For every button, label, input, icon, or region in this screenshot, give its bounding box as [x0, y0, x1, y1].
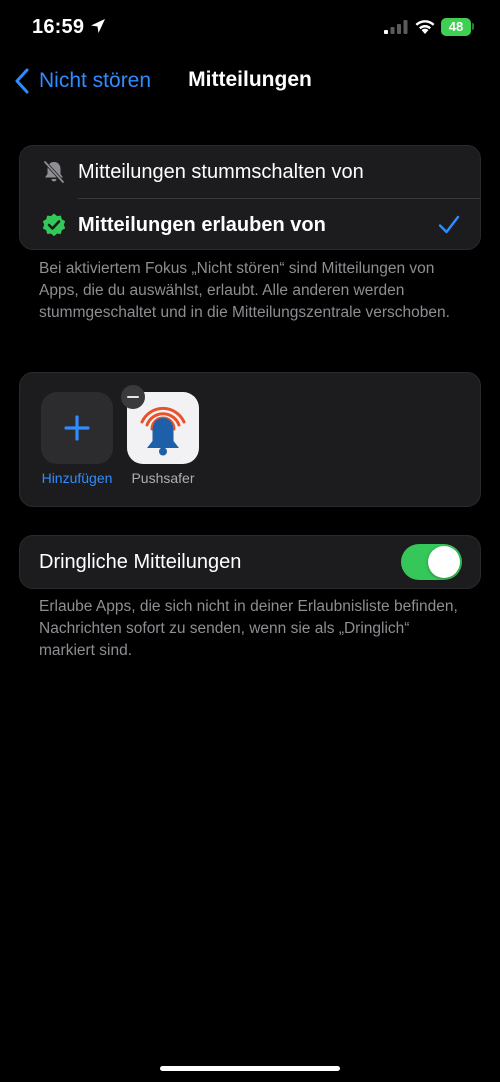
plus-icon — [64, 415, 90, 441]
bell-slash-icon — [43, 160, 65, 184]
add-app-button[interactable] — [41, 392, 113, 464]
toggle-knob — [428, 546, 460, 578]
allowed-apps-card: Hinzufügen Pushsafer — [19, 372, 481, 507]
mode-options-card: Mitteilungen stummschalten von Mitteilun… — [19, 145, 481, 250]
home-indicator[interactable] — [160, 1066, 340, 1071]
page-title: Mitteilungen — [188, 68, 312, 91]
battery-cap — [472, 23, 474, 30]
status-time: 16:59 — [32, 16, 85, 38]
cellular-signal-icon — [384, 20, 408, 34]
wifi-icon — [415, 20, 435, 34]
location-arrow-icon — [91, 19, 105, 33]
remove-app-button[interactable] — [121, 385, 145, 409]
status-bar: 16:59 48 — [0, 0, 500, 56]
checkmark-seal-icon — [42, 213, 66, 237]
mode-footnote: Bei aktiviertem Fokus „Nicht stören“ sin… — [39, 260, 450, 321]
checkmark-icon — [438, 215, 460, 234]
add-app-label[interactable]: Hinzufügen — [27, 470, 127, 486]
battery-level: 48 — [448, 19, 464, 34]
urgent-notifications-card: Dringliche Mitteilungen — [19, 535, 481, 589]
battery-indicator: 48 — [441, 18, 471, 36]
option-silence-label: Mitteilungen stummschalten von — [78, 160, 364, 183]
urgent-notifications-toggle[interactable] — [401, 544, 462, 580]
option-allow-from[interactable]: Mitteilungen erlauben von — [20, 199, 480, 251]
app-name-pushsafer: Pushsafer — [131, 470, 195, 486]
option-allow-label: Mitteilungen erlauben von — [78, 213, 326, 236]
urgent-notifications-label: Dringliche Mitteilungen — [39, 550, 242, 573]
option-silence-from[interactable]: Mitteilungen stummschalten von — [20, 146, 480, 198]
minus-icon — [127, 395, 139, 399]
urgent-footnote: Erlaube Apps, die sich nicht in deiner E… — [39, 598, 458, 659]
